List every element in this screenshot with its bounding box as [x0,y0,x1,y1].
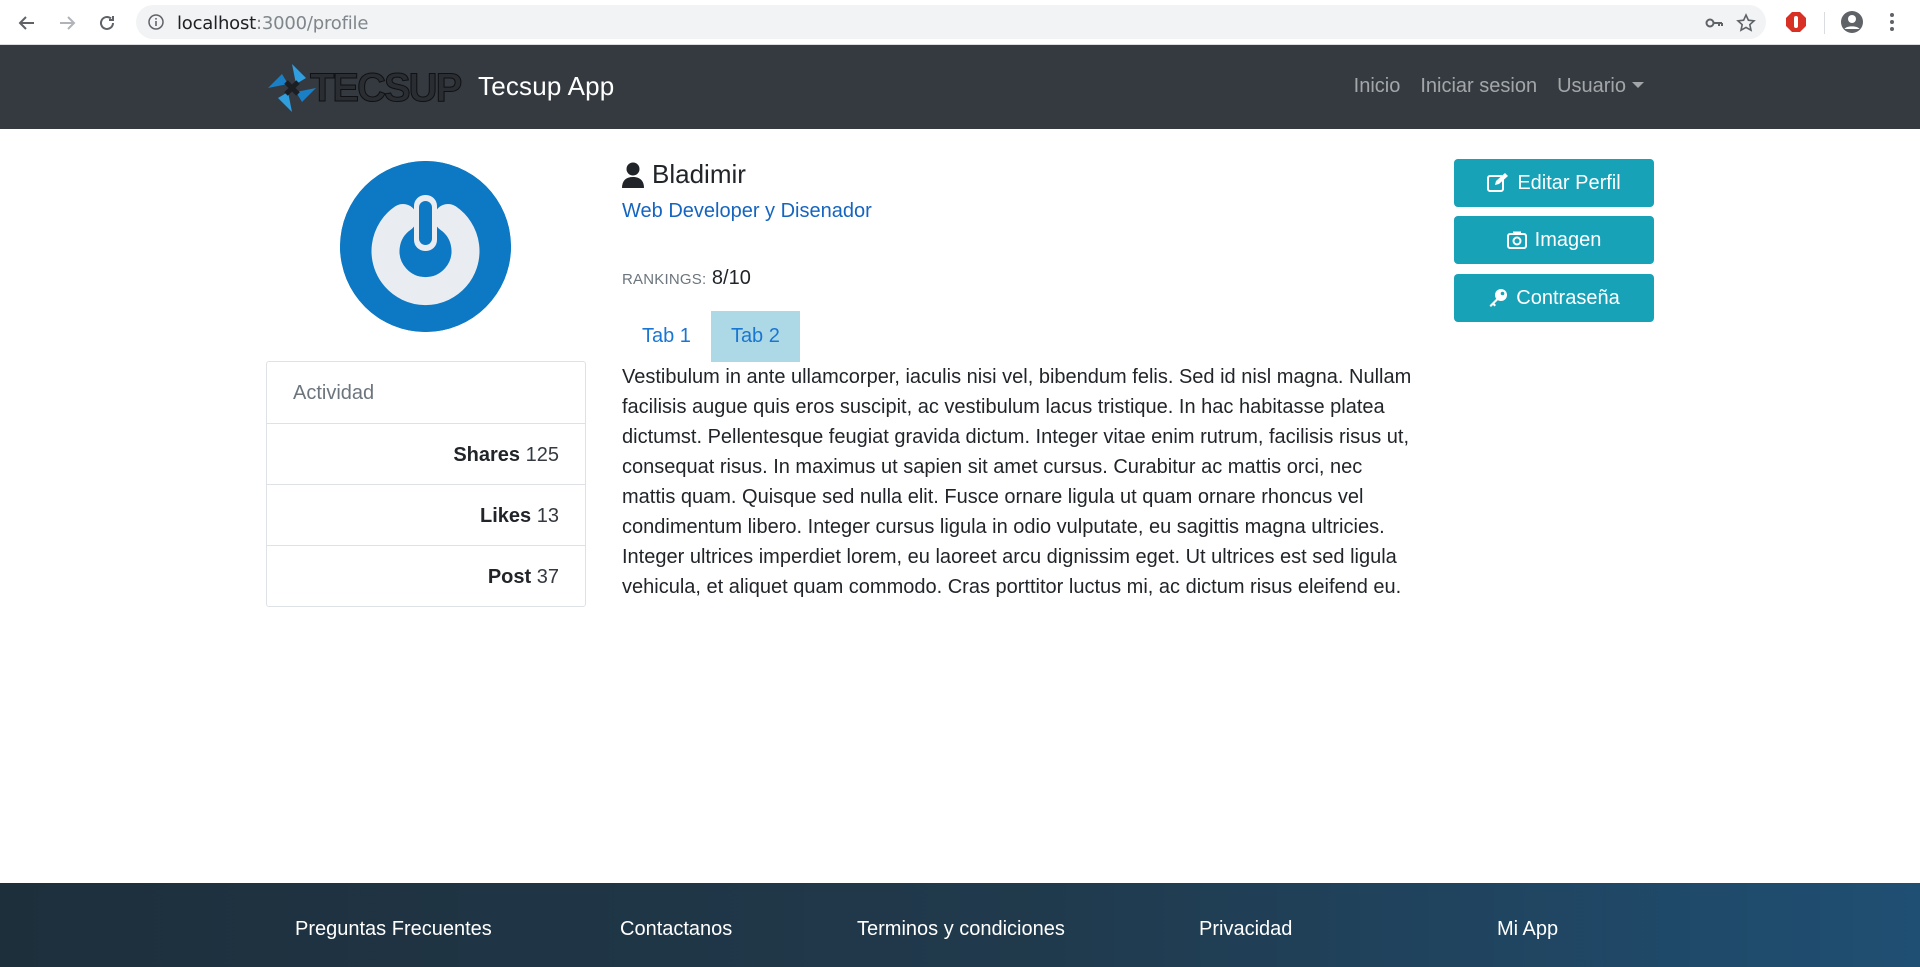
nav-iniciar-sesion[interactable]: Iniciar sesion [1420,75,1537,98]
caret-down-icon [1632,81,1644,88]
forward-button[interactable] [53,9,81,37]
rankings-label: RANKINGS: [622,271,707,288]
profile-name: Bladimir [652,159,746,189]
reload-icon [100,15,114,30]
user-icon [622,162,644,188]
stat-value: 125 [525,444,559,466]
tab-1[interactable]: Tab 1 [622,311,711,362]
activity-row-likes: Likes 13 [267,485,585,546]
activity-row-post: Post 37 [267,546,585,607]
stat-label: Shares [453,444,521,466]
edit-profile-label: Editar Perfil [1517,171,1621,194]
edit-profile-button[interactable]: Editar Perfil [1454,159,1654,207]
edit-icon [1487,173,1509,192]
profile-role: Web Developer y Disenador [622,200,872,222]
power-logo-icon [340,161,511,332]
footer-link-faq[interactable]: Preguntas Frecuentes [295,918,492,941]
address-bar[interactable]: localhost:3000/profile [136,5,1766,39]
footer-link-terms[interactable]: Terminos y condiciones [857,918,1065,941]
camera-icon [1506,231,1527,249]
star-icon[interactable] [1736,13,1756,33]
kebab-menu-icon[interactable] [1880,10,1904,34]
nav-inicio[interactable]: Inicio [1354,75,1401,98]
top-navbar: TECSUP Tecsup App Inicio Iniciar sesion … [0,45,1920,129]
key-icon[interactable] [1704,13,1724,33]
tecsup-logo[interactable]: TECSUP [266,61,476,118]
footer-link-my-app[interactable]: Mi App [1497,918,1558,941]
svg-text:TECSUP: TECSUP [310,66,462,110]
password-label: Contraseña [1516,286,1620,309]
toolbar-separator [1824,12,1825,34]
rankings: RANKINGS: 8/10 [622,267,751,290]
url-text: localhost:3000/profile [177,13,369,34]
brand-title[interactable]: Tecsup App [478,71,614,102]
avatar [340,161,511,332]
nav-usuario-dropdown[interactable]: Usuario [1557,75,1644,98]
browser-toolbar: localhost:3000/profile [0,0,1920,45]
activity-card: Actividad Shares 125 Likes 13 Post 37 [266,361,586,607]
footer-link-privacy[interactable]: Privacidad [1199,918,1292,941]
stat-label: Post [487,566,532,588]
stat-value: 13 [536,505,559,527]
stat-value: 37 [536,566,559,588]
password-button[interactable]: Contraseña [1454,274,1654,322]
activity-row-shares: Shares 125 [267,424,585,485]
footer-link-contact[interactable]: Contactanos [620,918,732,941]
image-button[interactable]: Imagen [1454,216,1654,264]
tab-content-text: Vestibulum in ante ullamcorper, iaculis … [622,366,1412,598]
nav-usuario-label: Usuario [1557,75,1626,97]
account-icon[interactable] [1840,10,1864,34]
footer: Preguntas Frecuentes Contactanos Termino… [0,883,1920,967]
nav-links: Inicio Iniciar sesion Usuario [1354,75,1644,98]
extension-stop-icon[interactable] [1784,10,1808,34]
key-icon [1489,289,1508,307]
back-button[interactable] [13,9,41,37]
stat-label: Likes [480,505,532,527]
reload-button[interactable] [93,9,121,37]
activity-title: Actividad [267,362,585,424]
info-icon[interactable] [148,14,164,35]
arrow-right-icon [60,16,76,30]
arrow-left-icon [18,16,34,30]
tab-2[interactable]: Tab 2 [710,311,800,362]
profile-header: Bladimir [622,159,746,190]
rankings-value: 8/10 [711,267,751,289]
image-label: Imagen [1534,228,1602,251]
profile-tabs: Tab 1 Tab 2 [622,311,800,362]
